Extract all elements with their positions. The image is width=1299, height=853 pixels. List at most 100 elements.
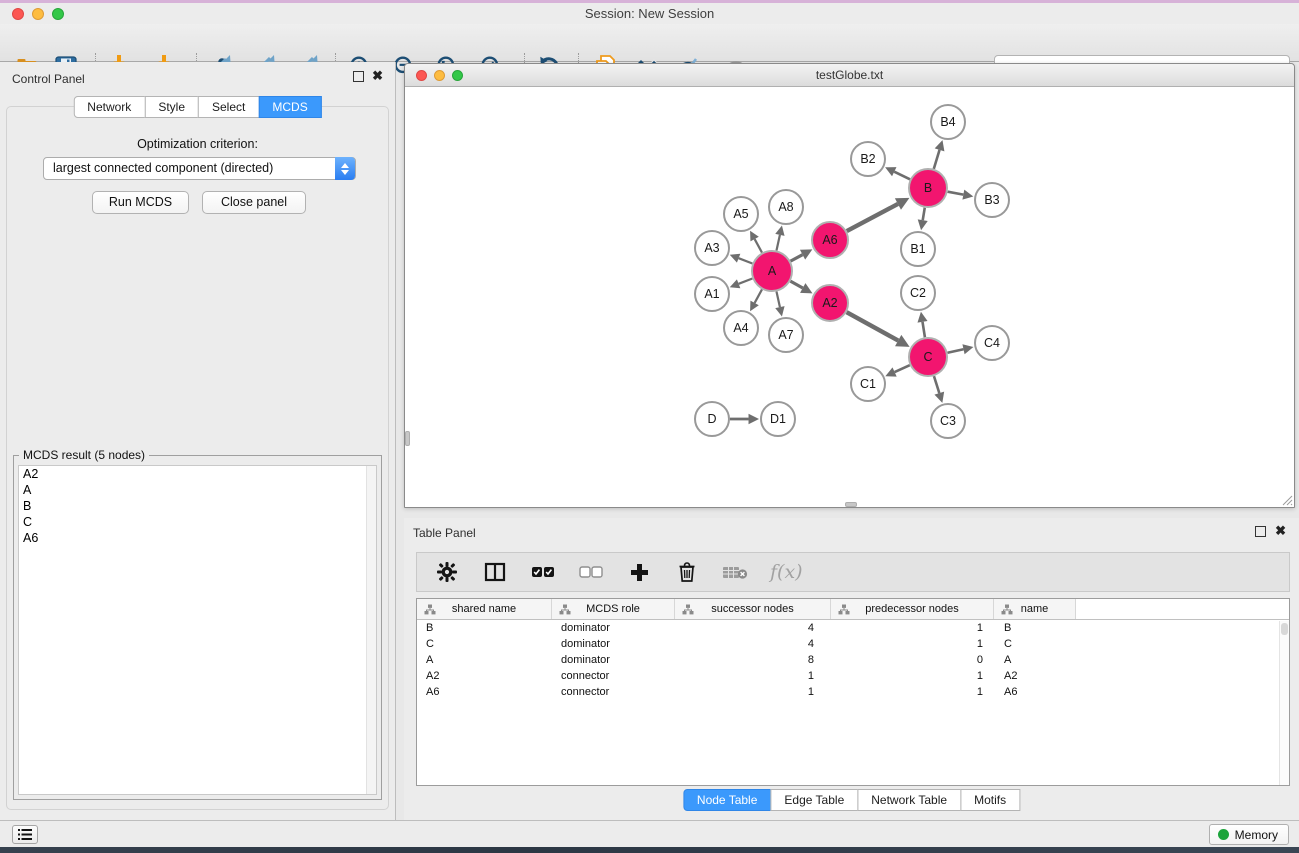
mcds-result-item[interactable]: A <box>19 482 376 498</box>
mcds-result-item[interactable]: B <box>19 498 376 514</box>
cell-name[interactable]: A <box>994 652 1076 668</box>
cell-shared-name[interactable]: A6 <box>417 684 552 700</box>
cell-mcds-role[interactable]: dominator <box>552 620 675 636</box>
control-panel-tab[interactable]: Network <box>73 96 145 118</box>
cell-successor-nodes[interactable]: 4 <box>675 636 831 652</box>
memory-button[interactable]: Memory <box>1209 824 1289 845</box>
delete-column-button[interactable] <box>674 559 700 585</box>
cell-name[interactable]: B <box>994 620 1076 636</box>
table-row[interactable]: B dominator 4 1 B <box>417 620 1289 636</box>
control-panel-tab[interactable]: Select <box>198 96 259 118</box>
mcds-list-scrollbar[interactable] <box>366 466 376 794</box>
network-window-titlebar[interactable]: testGlobe.txt <box>405 64 1294 87</box>
cell-mcds-role[interactable]: dominator <box>552 652 675 668</box>
graph-edge-A-A3[interactable] <box>739 258 753 263</box>
unselect-all-columns-button[interactable] <box>578 559 604 585</box>
table-column-header[interactable]: predecessor nodes <box>831 599 994 619</box>
graph-edge-C-C3[interactable] <box>934 376 939 393</box>
mcds-result-item[interactable]: A6 <box>19 530 376 546</box>
table-column-header[interactable]: name <box>994 599 1076 619</box>
control-panel-tab[interactable]: MCDS <box>258 96 321 118</box>
float-panel-icon[interactable] <box>1255 526 1266 537</box>
cell-shared-name[interactable]: C <box>417 636 552 652</box>
table-panel-tabs: Node TableEdge TableNetwork TableMotifs <box>683 789 1020 811</box>
graph-edge-A2-C[interactable] <box>847 312 899 340</box>
graph-edge-A-A2[interactable] <box>790 281 802 288</box>
graph-edge-A-A1[interactable] <box>739 279 753 284</box>
cell-predecessor-nodes[interactable]: 1 <box>831 684 994 700</box>
table-panel-tab[interactable]: Node Table <box>683 789 772 811</box>
cell-mcds-role[interactable]: connector <box>552 684 675 700</box>
control-panel-tab[interactable]: Style <box>144 96 199 118</box>
table-column-header[interactable]: MCDS role <box>552 599 675 619</box>
cell-predecessor-nodes[interactable]: 1 <box>831 668 994 684</box>
cell-shared-name[interactable]: A2 <box>417 668 552 684</box>
cell-successor-nodes[interactable]: 1 <box>675 684 831 700</box>
table-row[interactable]: A2 connector 1 1 A2 <box>417 668 1289 684</box>
cell-name[interactable]: C <box>994 636 1076 652</box>
cell-shared-name[interactable]: A <box>417 652 552 668</box>
network-canvas[interactable]: B4B2BB3A5A8A6A3B1AA1C2A2A4A7C4CC1C3DD1 <box>405 88 1294 507</box>
table-row[interactable]: A6 connector 1 1 A6 <box>417 684 1289 700</box>
graph-edge-arrowhead <box>962 190 973 200</box>
table-row[interactable]: A dominator 8 0 A <box>417 652 1289 668</box>
graph-edge-A-A7[interactable] <box>776 292 779 308</box>
show-column-panel-button[interactable] <box>482 559 508 585</box>
network-vertical-scrollbar[interactable] <box>405 431 410 446</box>
graph-edge-A-A4[interactable] <box>755 289 762 302</box>
run-mcds-button[interactable]: Run MCDS <box>92 191 189 214</box>
cell-successor-nodes[interactable]: 1 <box>675 668 831 684</box>
graph-edge-B-B4[interactable] <box>934 150 940 169</box>
graph-edge-B-B2[interactable] <box>894 172 910 180</box>
graph-node-label: A8 <box>778 200 793 214</box>
cell-successor-nodes[interactable]: 8 <box>675 652 831 668</box>
graph-edge-A-A5[interactable] <box>755 239 762 252</box>
graph-edge-B-B3[interactable] <box>948 192 964 195</box>
close-panel-button[interactable]: Close panel <box>202 191 306 214</box>
cell-predecessor-nodes[interactable]: 1 <box>831 636 994 652</box>
graph-edge-C-C4[interactable] <box>948 349 964 352</box>
node-table: shared name MCDS role <box>416 598 1290 786</box>
cell-mcds-role[interactable]: connector <box>552 668 675 684</box>
memory-label: Memory <box>1235 828 1278 842</box>
graph-edge-A-A8[interactable] <box>776 235 779 251</box>
resize-grip-icon[interactable] <box>1280 493 1293 506</box>
mcds-result-group: MCDS result (5 nodes) A2ABCA6 <box>13 455 382 800</box>
cell-predecessor-nodes[interactable]: 0 <box>831 652 994 668</box>
graph-edge-C-C2[interactable] <box>923 322 925 337</box>
table-row[interactable]: C dominator 4 1 C <box>417 636 1289 652</box>
hierarchy-icon <box>559 604 571 615</box>
create-column-button[interactable] <box>626 559 652 585</box>
select-all-columns-button[interactable] <box>530 559 556 585</box>
table-settings-button[interactable] <box>434 559 460 585</box>
graph-edge-A-A6[interactable] <box>791 255 803 261</box>
mcds-result-item[interactable]: A2 <box>19 466 376 482</box>
table-panel-tab[interactable]: Network Table <box>857 789 961 811</box>
table-panel-tab[interactable]: Motifs <box>960 789 1020 811</box>
mcds-result-item[interactable]: C <box>19 514 376 530</box>
cell-predecessor-nodes[interactable]: 1 <box>831 620 994 636</box>
graph-edge-A6-B[interactable] <box>847 204 898 231</box>
network-horizontal-scrollbar[interactable] <box>845 502 857 507</box>
cell-shared-name[interactable]: B <box>417 620 552 636</box>
optimization-criterion-select[interactable]: largest connected component (directed) <box>43 157 356 180</box>
graph-node-label: A7 <box>778 328 793 342</box>
graph-edge-C-C1[interactable] <box>895 365 910 372</box>
close-panel-icon[interactable]: ✖ <box>372 69 383 83</box>
table-column-header[interactable]: shared name <box>417 599 552 619</box>
table-panel-tab[interactable]: Edge Table <box>770 789 858 811</box>
graph-edge-B-B1[interactable] <box>923 208 925 220</box>
cell-name[interactable]: A6 <box>994 684 1076 700</box>
float-panel-icon[interactable] <box>353 71 364 82</box>
table-column-header[interactable]: successor nodes <box>675 599 831 619</box>
column-header-label: name <box>1021 603 1049 615</box>
cell-successor-nodes[interactable]: 4 <box>675 620 831 636</box>
graph-edge-arrowhead <box>775 226 784 236</box>
table-scrollbar[interactable] <box>1279 621 1289 785</box>
close-panel-icon[interactable]: ✖ <box>1275 524 1286 538</box>
cell-mcds-role[interactable]: dominator <box>552 636 675 652</box>
network-graph[interactable]: B4B2BB3A5A8A6A3B1AA1C2A2A4A7C4CC1C3DD1 <box>405 88 1294 508</box>
show-task-history-button[interactable] <box>12 825 38 844</box>
hierarchy-icon <box>1001 604 1013 615</box>
cell-name[interactable]: A2 <box>994 668 1076 684</box>
